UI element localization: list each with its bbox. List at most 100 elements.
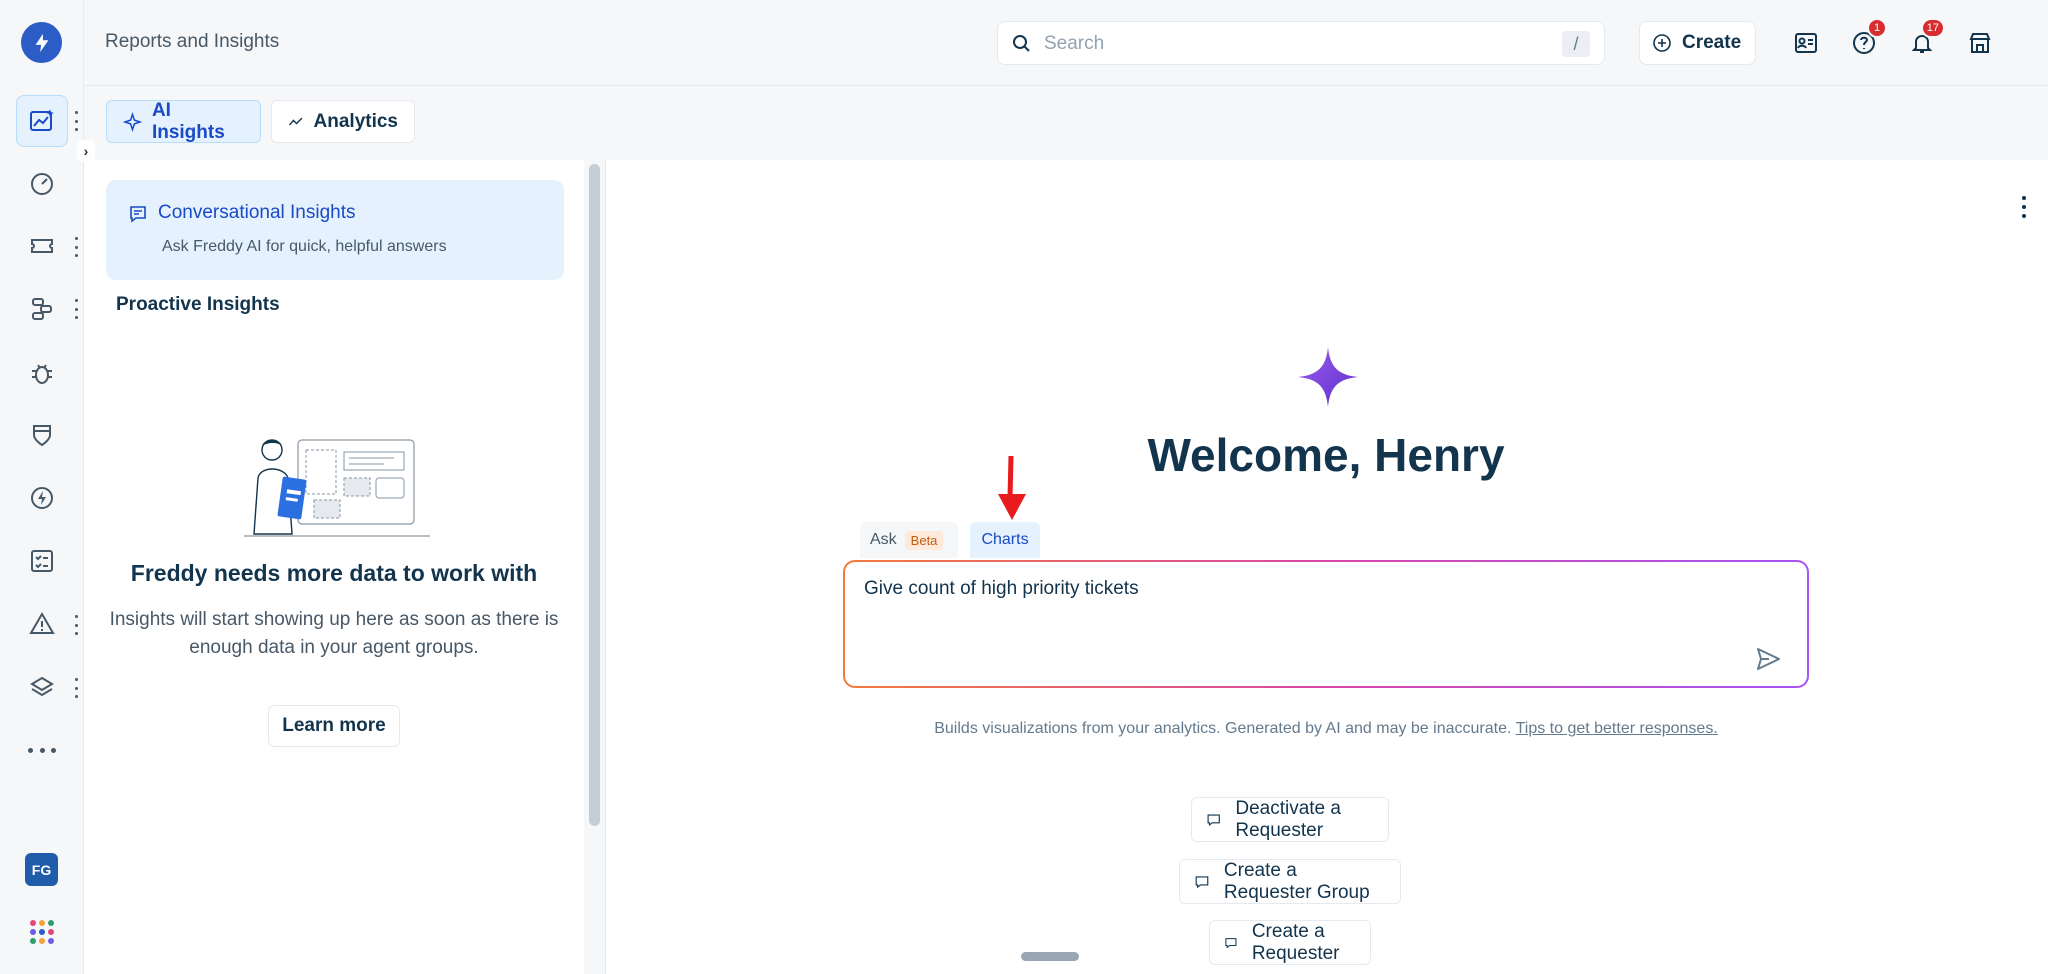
suggestion-label: Deactivate a Requester (1235, 797, 1341, 841)
rail-item-assets[interactable] (16, 661, 68, 713)
contacts-button[interactable] (1789, 26, 1823, 60)
plus-circle-icon (1653, 34, 1671, 52)
analytics-sparkle-icon (30, 109, 54, 131)
apps-grid-dot (39, 929, 45, 935)
apps-grid-icon[interactable] (30, 920, 54, 944)
apps-grid-dot (30, 938, 36, 944)
workflow-icon (32, 298, 52, 320)
suggestion-chip[interactable]: Deactivate a Requester (1191, 797, 1389, 842)
tab-charts-label: Charts (981, 531, 1029, 548)
rail-item-changes-menu[interactable] (72, 299, 80, 319)
apps-grid-dot (39, 920, 45, 926)
expand-panel-chevron-icon[interactable]: › (77, 140, 95, 162)
apps-grid-dot (30, 929, 36, 935)
top-header: Reports and Insights Search / Create 1 1… (84, 0, 2048, 86)
tab-analytics-label: Analytics (313, 110, 398, 132)
suggestion-chip[interactable]: Create a Requester Group (1179, 859, 1401, 904)
conversational-insights-title: Conversational Insights (158, 202, 356, 223)
welcome-heading: Welcome, Henry (1147, 429, 1505, 481)
help-button[interactable]: 1 (1847, 18, 1887, 60)
ticket-icon (31, 239, 53, 253)
resize-handle[interactable] (1021, 952, 1079, 961)
apps-grid-dot (39, 938, 45, 944)
notifications-button[interactable]: 17 (1905, 18, 1945, 60)
rail-item-releases[interactable] (16, 409, 68, 461)
more-modules-icon[interactable] (28, 748, 56, 754)
annotation-arrow-icon (998, 456, 1026, 520)
conversational-insights-subtitle: Ask Freddy AI for quick, helpful answers (162, 238, 447, 255)
tab-ask[interactable]: Ask Beta (860, 522, 958, 558)
tab-charts[interactable]: Charts (970, 522, 1040, 558)
rail-item-tickets-menu[interactable] (72, 237, 80, 257)
chat-bubble-icon (1207, 814, 1220, 826)
send-icon[interactable] (1755, 646, 1781, 672)
rail-item-alerts-menu[interactable] (72, 615, 80, 635)
learn-more-button[interactable]: Learn more (268, 705, 400, 747)
workspace-avatar[interactable]: FG (25, 853, 58, 886)
bolt-circle-icon (31, 487, 53, 509)
conversational-insights-card[interactable]: Conversational Insights Ask Freddy AI fo… (106, 180, 564, 280)
apps-grid-dot (48, 920, 54, 926)
lightning-icon (35, 33, 48, 52)
chat-bubble-icon (1195, 875, 1209, 888)
rail-item-alerts[interactable] (16, 598, 68, 650)
insights-side-panel: Conversational Insights Ask Freddy AI fo… (84, 160, 584, 974)
rail-item-changes[interactable] (16, 283, 68, 335)
main-content: Welcome, Henry Ask Beta Charts Give coun… (606, 160, 2048, 974)
tab-analytics[interactable]: Analytics (271, 100, 415, 143)
rail-item-dashboard[interactable] (16, 158, 68, 210)
shield-icon (33, 425, 51, 447)
ai-disclaimer: Builds visualizations from your analytic… (606, 720, 2046, 738)
suggestion-label: Create a Requester (1251, 920, 1340, 964)
notifications-badge: 17 (1920, 18, 1945, 38)
apps-grid-dot (48, 929, 54, 935)
freddy-sparkle-icon (1298, 347, 1358, 407)
create-label: Create (1682, 32, 1742, 53)
chat-bubble-icon (1225, 937, 1237, 948)
gauge-icon (31, 173, 53, 195)
left-rail: FG (0, 0, 84, 974)
global-search-input[interactable]: Search / (997, 21, 1605, 65)
suggestion-label: Create a Requester Group (1223, 859, 1370, 903)
disclaimer-text: Builds visualizations from your analytic… (934, 720, 1512, 737)
apps-grid-dot (48, 938, 54, 944)
beta-badge: Beta (904, 530, 944, 550)
search-shortcut-key: / (1562, 31, 1590, 57)
rail-item-reports[interactable] (16, 95, 68, 147)
rail-item-assets-menu[interactable] (72, 678, 80, 698)
store-icon (1969, 33, 1991, 53)
rail-item-automations[interactable] (16, 472, 68, 524)
rail-item-tickets[interactable] (16, 220, 68, 272)
rail-item-problems[interactable] (16, 347, 68, 399)
search-icon (1013, 35, 1030, 52)
freshservice-logo[interactable] (21, 22, 62, 63)
bug-icon (32, 364, 52, 384)
tab-ai-insights-label: AI Insights (151, 99, 225, 143)
marketplace-button[interactable] (1963, 26, 1997, 60)
layers-icon (30, 676, 54, 697)
contact-card-icon (1795, 33, 1817, 53)
empty-state-title: Freddy needs more data to work with (130, 560, 538, 586)
tab-ask-label: Ask (870, 531, 897, 548)
trend-line-icon (289, 117, 303, 126)
help-badge: 1 (1867, 18, 1887, 38)
prompt-input-box[interactable]: Give count of high priority tickets (843, 560, 1809, 688)
warning-icon (29, 612, 55, 634)
suggestion-chip[interactable]: Create a Requester (1209, 920, 1371, 965)
side-panel-scroll-thumb[interactable] (589, 164, 600, 826)
tab-ai-insights[interactable]: AI Insights (106, 100, 261, 143)
page-title: Reports and Insights (105, 31, 280, 52)
rail-item-tasks[interactable] (16, 535, 68, 587)
empty-state-illustration (244, 439, 430, 537)
prompt-input-text[interactable]: Give count of high priority tickets (864, 578, 1139, 600)
tips-link[interactable]: Tips to get better responses. (1516, 720, 1718, 737)
chat-icon (130, 206, 146, 223)
search-placeholder: Search (1044, 33, 1105, 54)
side-panel-scrollbar[interactable] (584, 160, 606, 974)
sparkle-icon (123, 111, 142, 132)
proactive-insights-heading: Proactive Insights (116, 294, 280, 315)
rail-item-reports-menu[interactable] (72, 111, 80, 131)
apps-grid-dot (30, 920, 36, 926)
more-options-icon[interactable] (2022, 196, 2028, 218)
create-button[interactable]: Create (1639, 21, 1756, 65)
